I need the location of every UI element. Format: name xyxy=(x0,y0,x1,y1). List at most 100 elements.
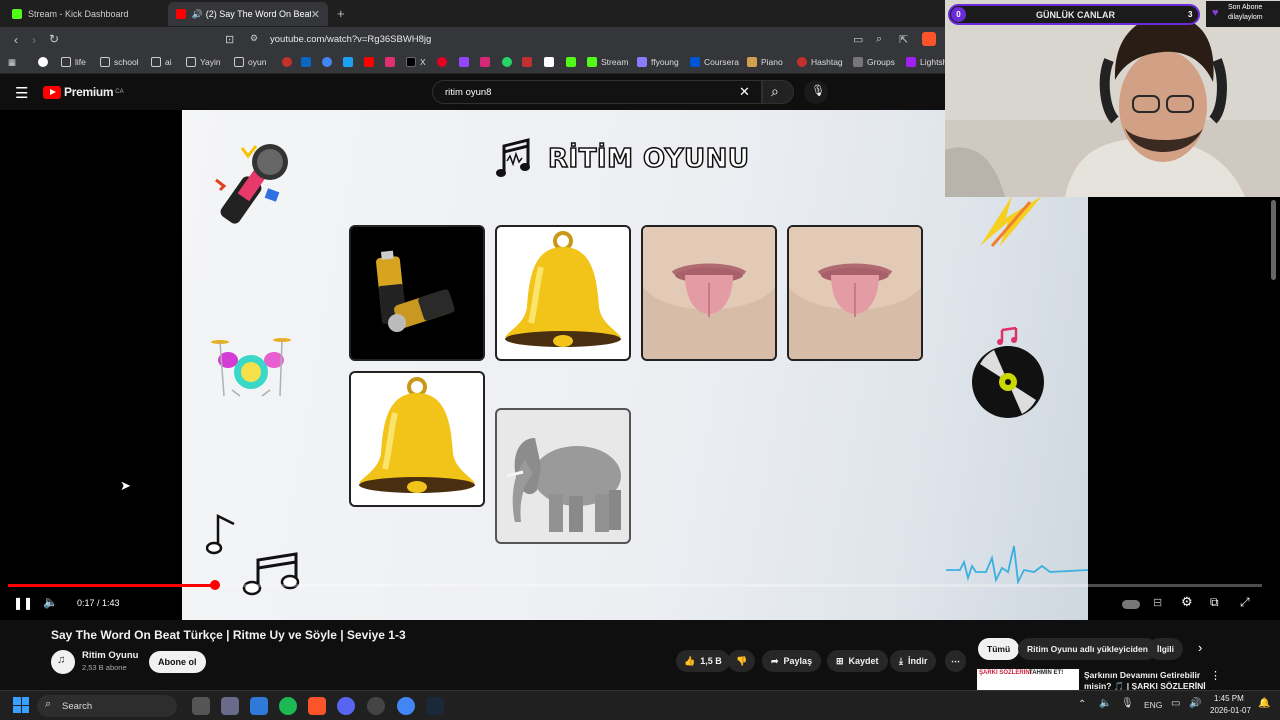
apps-grid-icon[interactable]: ▦ xyxy=(8,57,16,68)
bookmark-folder-oyun[interactable]: oyun xyxy=(234,57,266,67)
chrome-icon[interactable] xyxy=(397,697,415,715)
bookmark-ffyoung[interactable]: ffyoung xyxy=(637,57,679,67)
tumblr-icon[interactable] xyxy=(522,57,536,67)
voice-search-button[interactable]: 🎙 xyxy=(804,80,828,104)
app-icon[interactable] xyxy=(221,697,239,715)
menu-icon[interactable]: ☰ xyxy=(15,84,28,102)
chrome-icon[interactable] xyxy=(322,57,336,67)
dislike-button[interactable]: 👎 xyxy=(728,650,756,672)
bookmark-stream[interactable]: Stream xyxy=(587,57,628,67)
pinterest-icon[interactable] xyxy=(437,57,451,67)
reload-icon[interactable]: ↻ xyxy=(44,32,64,46)
next-video-menu-icon[interactable]: ⋮ xyxy=(1210,669,1221,682)
bookmark-hashtag[interactable]: Hashtag xyxy=(797,57,843,67)
page-scrollbar[interactable] xyxy=(1271,200,1276,280)
search-input[interactable]: ritim oyun8 ✕ xyxy=(432,80,762,104)
bookmark-folder-ai[interactable]: ai xyxy=(151,57,172,67)
chevron-right-icon[interactable]: › xyxy=(1198,640,1202,655)
clear-search-icon[interactable]: ✕ xyxy=(739,84,750,100)
bookmark-folder-life[interactable]: life xyxy=(61,57,86,67)
windows-start-icon[interactable] xyxy=(13,697,29,713)
amazon-icon[interactable] xyxy=(544,57,558,67)
tab-title: (2) Say The Word On Beat Tü xyxy=(205,9,311,19)
bookmark-groups[interactable]: Groups xyxy=(853,57,895,67)
youtube-bookmark-icon[interactable] xyxy=(364,57,378,67)
subtitles-icon[interactable]: ⊟ xyxy=(1153,596,1162,609)
channel-avatar[interactable]: ♫ xyxy=(51,650,75,674)
clock-date[interactable]: 2026-01-07 xyxy=(1210,706,1251,715)
pause-icon[interactable]: ❚❚ xyxy=(13,596,33,610)
tab-title: Stream - Kick Dashboard xyxy=(28,9,129,19)
bookmark-piano[interactable]: Piano xyxy=(747,57,783,67)
twitch-icon[interactable] xyxy=(459,57,473,67)
steam-icon[interactable] xyxy=(426,697,444,715)
bookmark-x[interactable]: X xyxy=(406,57,426,67)
app-blue-icon[interactable] xyxy=(343,57,357,67)
zoom-icon[interactable]: ⌕ xyxy=(876,33,882,46)
app-pink-icon[interactable] xyxy=(385,57,399,67)
volume-tray-icon[interactable]: 🔊 xyxy=(1189,698,1201,709)
notifications-icon[interactable]: 🔔 xyxy=(1258,698,1270,709)
download-icon: ⤓ xyxy=(899,655,903,666)
tab-youtube-video[interactable]: 🔊 (2) Say The Word On Beat Tü ✕ xyxy=(168,2,328,26)
bookmark-folder-yayin[interactable]: Yayin xyxy=(186,57,221,67)
clock-time[interactable]: 1:45 PM xyxy=(1214,694,1244,703)
volume-icon[interactable]: 🔈 xyxy=(43,595,58,609)
microphone-tray-icon[interactable]: 🎙 xyxy=(1121,698,1134,709)
tab-kick-dashboard[interactable]: Stream - Kick Dashboard xyxy=(4,2,170,26)
share-button[interactable]: ➦ Paylaş xyxy=(762,650,822,672)
search-button[interactable]: ⌕ xyxy=(762,80,794,104)
more-actions-button[interactable]: ⋯ xyxy=(945,650,966,672)
show-hidden-icons[interactable]: ⌃ xyxy=(1078,699,1086,710)
google-icon[interactable] xyxy=(38,57,52,67)
cast-icon[interactable]: ▭ xyxy=(853,33,863,46)
like-button[interactable]: 👍 1,5 B xyxy=(676,650,730,672)
share-icon[interactable]: ⇱ xyxy=(899,33,908,46)
channel-name[interactable]: Ritim Oyunu xyxy=(82,650,138,661)
thumbs-down-icon: 👎 xyxy=(736,655,748,666)
bookmark-folder-school[interactable]: school xyxy=(100,57,139,67)
back-icon[interactable]: ‹ xyxy=(6,33,26,47)
obs-icon[interactable] xyxy=(367,697,385,715)
url-field[interactable]: youtube.com/watch?v=Rg36SBWH8jg xyxy=(270,34,431,45)
new-tab-button[interactable]: + xyxy=(337,6,345,21)
progress-scrubber[interactable] xyxy=(209,580,220,590)
next-video-thumbnail[interactable]: ŞARKI SÖZLERİNİ TAHMİN ET! xyxy=(977,669,1079,690)
forward-icon[interactable]: › xyxy=(24,33,44,47)
brave-shield-icon[interactable] xyxy=(922,32,936,46)
fullscreen-icon[interactable]: ⤢ xyxy=(1240,595,1250,610)
youtube-premium-logo[interactable]: Premium CA xyxy=(43,85,124,99)
language-indicator[interactable]: ENG xyxy=(1144,700,1162,710)
kick-bookmark-icon[interactable] xyxy=(566,57,580,67)
subscribe-button[interactable]: Abone ol xyxy=(149,651,206,673)
speaker-tray-icon[interactable]: 🔈 xyxy=(1099,698,1111,709)
download-button[interactable]: ⤓ İndir xyxy=(890,650,937,672)
photos-icon[interactable] xyxy=(250,697,268,715)
task-view-icon[interactable] xyxy=(192,697,210,715)
bookmark-lightshot[interactable]: Lightsh xyxy=(906,57,947,67)
chip-related[interactable]: İlgili xyxy=(1148,638,1183,660)
whatsapp-icon[interactable] xyxy=(502,57,516,67)
more-icon: ⋯ xyxy=(951,655,960,666)
bookmark-red-icon[interactable] xyxy=(282,57,296,67)
next-video-title[interactable]: Şarkının Devamını Getirebilir xyxy=(1084,670,1200,680)
discord-icon[interactable] xyxy=(337,697,355,715)
spotify-icon[interactable] xyxy=(279,697,297,715)
instagram-icon[interactable] xyxy=(480,57,494,67)
bookmark-coursera[interactable]: Coursera xyxy=(690,57,739,67)
bookmark-icon[interactable]: ⊡ xyxy=(225,33,234,46)
brave-icon[interactable] xyxy=(308,697,326,715)
autoplay-toggle[interactable] xyxy=(1122,600,1140,609)
card-bell-2 xyxy=(349,371,485,507)
settings-icon[interactable]: ⚙ xyxy=(1181,594,1193,610)
chip-from-uploader[interactable]: Ritim Oyunu adlı yükleyiciden xyxy=(1018,638,1157,660)
network-icon[interactable]: ▭ xyxy=(1171,698,1180,709)
linkedin-icon[interactable] xyxy=(301,57,315,67)
chip-all[interactable]: Tümü xyxy=(978,638,1020,660)
save-button[interactable]: ⊞ Kaydet xyxy=(827,650,888,672)
miniplayer-icon[interactable]: ⧉ xyxy=(1210,595,1219,610)
taskbar-search[interactable]: ⌕ Search xyxy=(37,695,177,717)
close-tab-icon[interactable]: ✕ xyxy=(311,8,320,21)
video-progress-bar[interactable] xyxy=(8,584,1262,587)
site-info-icon[interactable]: ⚙ xyxy=(250,33,258,44)
